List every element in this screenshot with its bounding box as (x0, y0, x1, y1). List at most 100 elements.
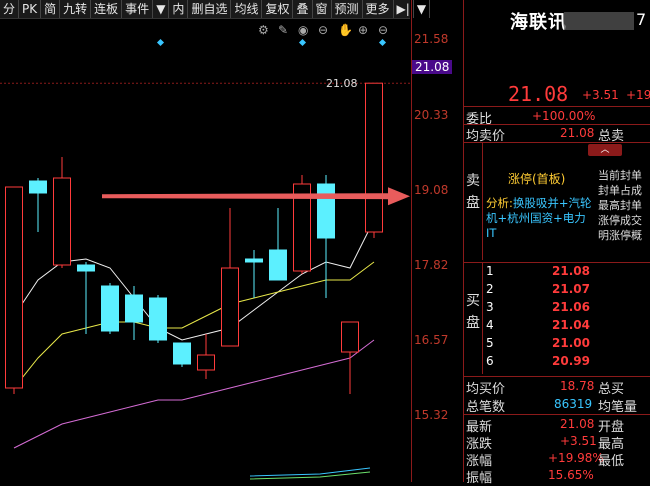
avg-volume-label: 均笔量 (598, 400, 638, 415)
total-trades-label: 总笔数 (466, 400, 506, 415)
seal-line: 封单占成 (598, 184, 642, 197)
price-change: +3.51 (582, 88, 619, 102)
seal-line: 最高封单 (598, 199, 642, 212)
amp-row: 振幅 15.65% (466, 467, 594, 486)
price-tick: 15.32 (414, 408, 449, 422)
candle-body (125, 294, 143, 323)
limit-up-label: 涨停(首板) (508, 172, 566, 186)
kline-chart-area[interactable]: ⚙ ✎ ◉ ⊖ ✋ ⊕ ⊖ 21.08 (0, 18, 410, 482)
moving-average-line (13, 339, 375, 449)
avg-sell-value: 21.08 (560, 126, 595, 140)
toolbar-item[interactable]: 连板 (91, 0, 123, 18)
redacted-code (564, 12, 634, 30)
ladder-level: 5 (486, 336, 494, 350)
chart-tool-icon: ⊖ (378, 23, 388, 37)
ladder-price[interactable]: 21.04 (552, 318, 590, 332)
high-price-label: 21.08 (326, 77, 358, 90)
chart-tool-icon: ✎ (278, 23, 288, 37)
candle-body (149, 297, 167, 341)
chart-tool-icon: ⊖ (318, 23, 328, 37)
ladder-level: 3 (486, 300, 494, 314)
toolbar-item[interactable]: 预测 (332, 0, 363, 18)
seal-line: 明涨停概 (598, 229, 642, 242)
ladder-level: 1 (486, 264, 494, 278)
total-buy-label: 总买 (598, 382, 625, 397)
toolbar-item[interactable]: 内 (169, 0, 189, 18)
chart-toolbar: 分 PK 简九转 连板 事件 ▼ 内删自选 均线 复权叠窗预测 更多 ▶| ▼ (0, 0, 431, 19)
candle-body (29, 180, 47, 194)
toolbar-item[interactable]: 事件 (122, 0, 154, 18)
toolbar-item[interactable]: 简 (41, 0, 61, 18)
collapse-button[interactable]: ︿ (588, 144, 622, 156)
price-tick: 21.58 (414, 32, 449, 46)
toolbar-item[interactable]: 九转 (60, 0, 92, 18)
toolbar-item[interactable]: 删自选 (188, 0, 232, 18)
candle-body (317, 183, 335, 239)
ladder-price[interactable]: 21.06 (552, 300, 590, 314)
toolbar-item[interactable]: 均线 (231, 0, 263, 18)
moving-average-line (13, 261, 375, 389)
toolbar-item[interactable]: 窗 (313, 0, 332, 18)
ladder-level: 4 (486, 318, 494, 332)
price-tick: 19.08 (414, 183, 449, 197)
price-tick: 17.82 (414, 258, 449, 272)
candle-body (245, 258, 263, 263)
seal-line: 涨停成交 (598, 214, 642, 227)
ladder-price[interactable]: 20.99 (552, 354, 590, 368)
avg-buy-label: 均买价 (466, 382, 506, 397)
toolbar-item[interactable]: 叠 (293, 0, 313, 18)
candlestick-chart[interactable]: ⚙ ✎ ◉ ⊖ ✋ ⊕ ⊖ 21.08 (0, 18, 410, 482)
avg-buy-row: 均买价 18.78 总买 (466, 378, 624, 397)
candle-body (269, 249, 287, 281)
change-value: +3.51 (560, 434, 597, 448)
price-axis: 21.58 21.08 20.33 19.08 17.82 16.57 15.3… (412, 0, 463, 482)
low-label: 最低 (598, 454, 625, 469)
analysis-text: 分析:换股吸并+汽轮机+杭州国资+电力IT (486, 196, 596, 241)
quote-panel: 海联讯 7 21.08 +3.51 +19 委比 +100.00% 均卖价 21… (464, 0, 650, 486)
trades-row: 总笔数 86319 均笔量 (466, 396, 637, 415)
candle-body (53, 177, 71, 266)
toolbar-item[interactable]: 更多 (363, 0, 394, 18)
buy-side-label: 买盘 (466, 293, 480, 331)
candle-body (341, 321, 359, 353)
pct-value: +19.98% (548, 451, 604, 465)
ladder-level: 2 (486, 282, 494, 296)
avg-buy-value: 18.78 (560, 379, 595, 393)
divider (482, 142, 483, 260)
stock-code-fragment: 7 (636, 10, 647, 29)
amp-label: 振幅 (466, 471, 493, 486)
event-marker-icon (298, 38, 307, 47)
price-tick: 16.57 (414, 333, 449, 347)
divider (464, 262, 650, 263)
toolbar-item[interactable]: 分 (0, 0, 20, 18)
divider (464, 106, 650, 107)
ladder-price[interactable]: 21.08 (552, 264, 590, 278)
toolbar-item[interactable]: ▼ (153, 0, 170, 18)
event-marker-icon (156, 38, 165, 47)
ladder-price[interactable]: 21.07 (552, 282, 590, 296)
candle-body (173, 342, 191, 365)
chart-tool-icon: ⚙ (258, 23, 269, 37)
ladder-level: 6 (486, 354, 494, 368)
current-price: 21.08 (508, 82, 569, 106)
last-price-tag: 21.08 (412, 60, 453, 74)
weibi-value: +100.00% (532, 109, 596, 123)
amp-value: 15.65% (548, 468, 594, 482)
candle-body (197, 354, 215, 371)
candle-body (365, 82, 383, 233)
sell-side-label: 卖盘 (466, 173, 480, 211)
divider (482, 262, 483, 374)
indicator-line (249, 467, 371, 477)
divider (464, 414, 650, 415)
ladder-price[interactable]: 21.00 (552, 336, 590, 350)
chart-tool-icon: ◉ (298, 23, 308, 37)
candle-body (101, 285, 119, 332)
toolbar-item[interactable]: 复权 (262, 0, 294, 18)
toolbar-item[interactable]: PK (19, 0, 42, 18)
chart-tool-icon: ✋ (338, 23, 353, 37)
price-change-pct: +19 (626, 88, 650, 102)
analysis-prefix: 分析: (486, 196, 513, 210)
annotation-arrow (102, 187, 410, 206)
total-trades-value: 86319 (554, 397, 593, 411)
divider (464, 376, 650, 377)
